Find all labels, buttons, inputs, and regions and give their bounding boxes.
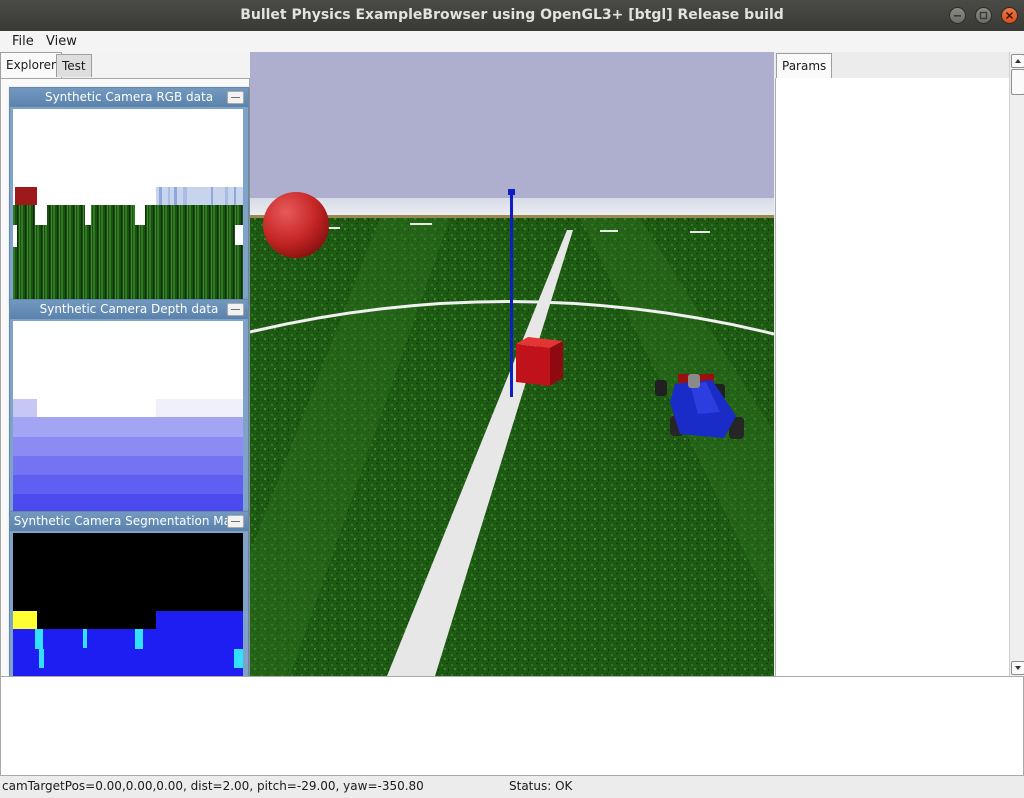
camera-depth-window[interactable]: Synthetic Camera Depth data bbox=[9, 299, 249, 514]
minimize-icon[interactable] bbox=[227, 515, 244, 528]
window-controls bbox=[945, 7, 1018, 24]
console-output[interactable] bbox=[0, 676, 1024, 776]
close-icon[interactable] bbox=[1001, 7, 1018, 24]
status-bar: camTargetPos=0.00,0.00,0.00, dist=2.00, … bbox=[0, 776, 1024, 798]
tab-params[interactable]: Params bbox=[776, 53, 833, 79]
tab-explorer[interactable]: Explorer bbox=[0, 52, 62, 78]
camera-status-text: camTargetPos=0.00,0.00,0.00, dist=2.00, … bbox=[2, 779, 424, 793]
camera-depth-image bbox=[13, 321, 243, 511]
params-content bbox=[775, 78, 1009, 676]
scroll-thumb[interactable] bbox=[1011, 69, 1024, 95]
minimize-icon[interactable] bbox=[227, 91, 244, 104]
chevron-up-icon bbox=[1015, 59, 1021, 63]
minimize-icon[interactable] bbox=[227, 303, 244, 316]
menu-bar: File View bbox=[0, 31, 1024, 53]
scroll-down-button[interactable] bbox=[1011, 661, 1024, 675]
menu-view[interactable]: View bbox=[46, 33, 77, 50]
maximize-icon[interactable] bbox=[975, 7, 993, 24]
camera-rgb-image bbox=[13, 109, 243, 299]
camera-rgb-title: Synthetic Camera RGB data bbox=[10, 88, 248, 107]
3d-viewport[interactable] bbox=[250, 52, 774, 676]
params-panel: Params bbox=[774, 52, 1009, 676]
window-title: Bullet Physics ExampleBrowser using Open… bbox=[240, 7, 784, 23]
scroll-up-button[interactable] bbox=[1011, 54, 1024, 68]
camera-segmentation-title: Synthetic Camera Segmentation Mask bbox=[10, 512, 248, 531]
chevron-down-icon bbox=[1015, 666, 1021, 670]
camera-rgb-window[interactable]: Synthetic Camera RGB data bbox=[9, 87, 249, 302]
menu-file[interactable]: File bbox=[12, 33, 34, 50]
params-scrollbar[interactable] bbox=[1009, 52, 1024, 676]
window-title-bar: Bullet Physics ExampleBrowser using Open… bbox=[0, 0, 1024, 31]
status-text: Status: OK bbox=[509, 779, 573, 793]
tab-test[interactable]: Test bbox=[56, 54, 92, 77]
camera-depth-title: Synthetic Camera Depth data bbox=[10, 300, 248, 319]
minimize-icon[interactable] bbox=[949, 7, 967, 24]
